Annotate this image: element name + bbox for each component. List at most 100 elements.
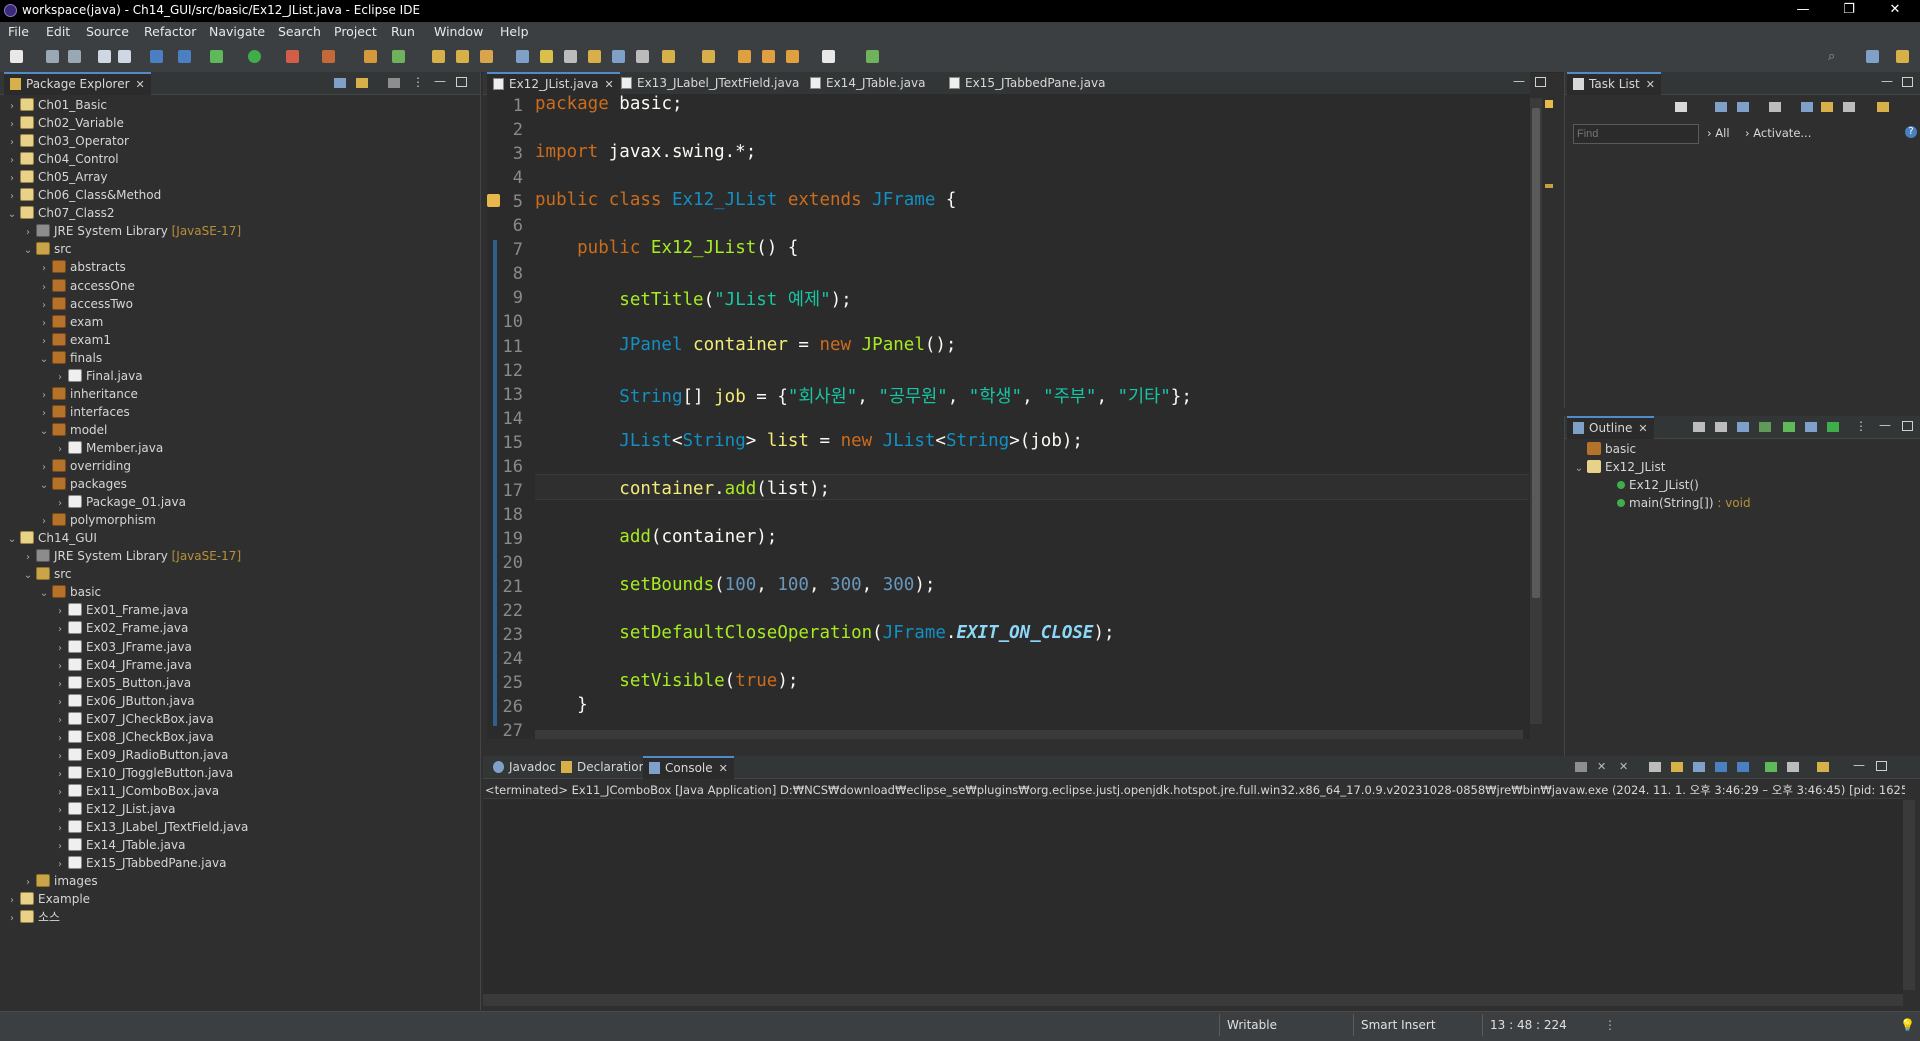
new-icon[interactable] xyxy=(10,50,23,63)
tab-outline[interactable]: Outline ✕ xyxy=(1567,416,1654,439)
tree-item[interactable]: ⌄ src xyxy=(22,240,72,258)
tab-ex14[interactable]: Ex14_JTable.java xyxy=(804,72,931,94)
collapse-arrow-icon[interactable]: ⌄ xyxy=(38,585,50,603)
code-line[interactable]: setDefaultCloseOperation(JFrame.EXIT_ON_… xyxy=(535,623,1114,643)
undo-icon[interactable] xyxy=(98,50,111,63)
maximize-view-icon[interactable] xyxy=(1876,761,1887,771)
next-annotation-icon[interactable] xyxy=(662,50,675,63)
tree-item[interactable]: › Ex07_JCheckBox.java xyxy=(54,710,214,728)
search-tool-icon[interactable] xyxy=(480,50,493,63)
close-icon[interactable]: ✕ xyxy=(719,759,728,779)
link-outline-icon[interactable] xyxy=(1805,422,1817,432)
collapse-all-icon[interactable] xyxy=(334,78,346,88)
filter-icon[interactable] xyxy=(388,78,400,88)
editor-vertical-scrollbar[interactable] xyxy=(1530,98,1542,724)
tab-ex13[interactable]: Ex13_JLabel_JTextField.java xyxy=(615,72,805,94)
task-find-input[interactable] xyxy=(1573,124,1699,144)
display-console-icon[interactable] xyxy=(1787,762,1799,772)
expand-arrow-icon[interactable]: › xyxy=(6,910,18,928)
minimize-view-icon[interactable]: — xyxy=(1879,419,1891,431)
code-line[interactable]: add(container); xyxy=(535,527,777,547)
maximize-view-icon[interactable] xyxy=(1902,77,1913,87)
tree-item[interactable]: › Example xyxy=(6,890,90,908)
back-nav-icon[interactable] xyxy=(786,50,799,63)
tree-item[interactable]: › Ex08_JCheckBox.java xyxy=(54,728,214,746)
categorized-icon[interactable] xyxy=(1715,102,1727,112)
code-line[interactable]: String[] job = {"회사원", "공무원", "학생", "주부"… xyxy=(535,383,1192,408)
search-icon[interactable]: ⌕ xyxy=(1828,50,1841,63)
open-console-icon[interactable] xyxy=(1817,762,1829,772)
minimize-button[interactable]: — xyxy=(1780,0,1826,22)
show-on-error-icon[interactable] xyxy=(1737,762,1749,772)
tab-console[interactable]: Console ✕ xyxy=(643,756,734,779)
terminal-icon[interactable] xyxy=(150,50,163,63)
forward-icon[interactable] xyxy=(822,50,835,63)
tree-item[interactable]: › 소스 xyxy=(6,908,60,926)
tree-item[interactable]: ⌄ src xyxy=(22,565,72,583)
tree-item[interactable]: › Ex06_JButton.java xyxy=(54,692,195,710)
collapse-arrow-icon[interactable]: ⌄ xyxy=(38,423,50,441)
menu-project[interactable]: Project xyxy=(334,24,377,39)
tree-item[interactable]: › Ch01_Basic xyxy=(6,96,107,114)
toggle-breadcrumb-icon[interactable] xyxy=(564,50,577,63)
tree-item[interactable]: › inheritance xyxy=(38,385,138,403)
tab-declaration[interactable]: Declaration xyxy=(555,756,652,778)
back-icon[interactable] xyxy=(762,50,775,63)
tree-item[interactable]: ⌄ model xyxy=(38,421,107,439)
console-vertical-scrollbar[interactable] xyxy=(1903,800,1915,990)
close-window-button[interactable]: ✕ xyxy=(1872,0,1918,22)
minimize-view-icon[interactable]: — xyxy=(1853,759,1865,771)
remove-launch-icon[interactable]: ✕ xyxy=(1597,761,1609,772)
collapse-arrow-icon[interactable]: ⌄ xyxy=(6,206,18,224)
code-line[interactable]: public class Ex12_JList extends JFrame { xyxy=(535,190,956,210)
code-line[interactable]: package basic; xyxy=(535,94,683,114)
tree-item[interactable]: › Member.java xyxy=(54,439,163,457)
close-icon[interactable]: ✕ xyxy=(604,75,613,95)
sync-icon[interactable] xyxy=(1821,102,1833,112)
tree-item[interactable]: › JRE System Library [JavaSE-17] xyxy=(22,547,241,565)
focus-outline-icon[interactable] xyxy=(1827,422,1839,432)
tree-item[interactable]: › Ex11_JComboBox.java xyxy=(54,782,219,800)
task-filter-all[interactable]: › All xyxy=(1707,126,1730,140)
tree-item[interactable]: ⌄ Ch07_Class2 xyxy=(6,204,114,222)
tree-item[interactable]: › overriding xyxy=(38,457,131,475)
remove-all-icon[interactable]: ✕ xyxy=(1619,761,1631,772)
run-icon[interactable] xyxy=(248,50,261,63)
link-with-editor-icon[interactable] xyxy=(356,78,368,88)
new-java-project-icon[interactable] xyxy=(364,50,377,63)
paragraph-icon[interactable] xyxy=(636,50,649,63)
last-edit-icon[interactable] xyxy=(738,50,751,63)
tab-ex12-jlist[interactable]: Ex12_JList.java ✕ xyxy=(487,72,620,95)
tree-item[interactable]: › Ex15_JTabbedPane.java xyxy=(54,854,226,872)
task-activate-link[interactable]: › Activate... xyxy=(1745,126,1811,140)
close-icon[interactable]: ✕ xyxy=(136,75,145,95)
edit-icon[interactable] xyxy=(540,50,553,63)
menu-refactor[interactable]: Refactor xyxy=(144,24,196,39)
show-whitespace-icon[interactable] xyxy=(612,50,625,63)
tree-item[interactable]: › Ex02_Frame.java xyxy=(54,619,188,637)
focus-icon[interactable] xyxy=(1801,102,1813,112)
status-menu-icon[interactable]: ⋮ xyxy=(1604,1018,1616,1032)
debug-icon[interactable] xyxy=(210,50,223,63)
new-task-icon[interactable] xyxy=(1675,102,1687,112)
tree-item[interactable]: › Ch03_Operator xyxy=(6,132,129,150)
menu-help[interactable]: Help xyxy=(500,24,529,39)
tip-icon[interactable]: 💡 xyxy=(1900,1018,1915,1032)
tree-item[interactable]: › Ex09_JRadioButton.java xyxy=(54,746,228,764)
tree-item[interactable]: › Ch02_Variable xyxy=(6,114,124,132)
menu-edit[interactable]: Edit xyxy=(46,24,70,39)
tree-item[interactable]: › images xyxy=(22,872,98,890)
tree-item[interactable]: › Ex12_JList.java xyxy=(54,800,175,818)
open-task-icon[interactable] xyxy=(456,50,469,63)
build-icon[interactable] xyxy=(178,50,191,63)
scroll-lock-icon[interactable] xyxy=(1649,762,1661,772)
tab-ex15[interactable]: Ex15_JTabbedPane.java xyxy=(943,72,1111,94)
tree-item[interactable]: › JRE System Library [JavaSE-17] xyxy=(22,222,241,240)
tree-item[interactable]: › exam1 xyxy=(38,331,111,349)
code-line[interactable]: JList<String> list = new JList<String>(j… xyxy=(535,431,1083,451)
collapse-arrow-icon[interactable]: ⌄ xyxy=(22,567,34,585)
hide-completed-icon[interactable] xyxy=(1769,102,1781,112)
terminate-icon[interactable] xyxy=(1575,762,1587,772)
hide-local-icon[interactable] xyxy=(1783,422,1795,432)
word-wrap-icon[interactable] xyxy=(1693,762,1705,772)
